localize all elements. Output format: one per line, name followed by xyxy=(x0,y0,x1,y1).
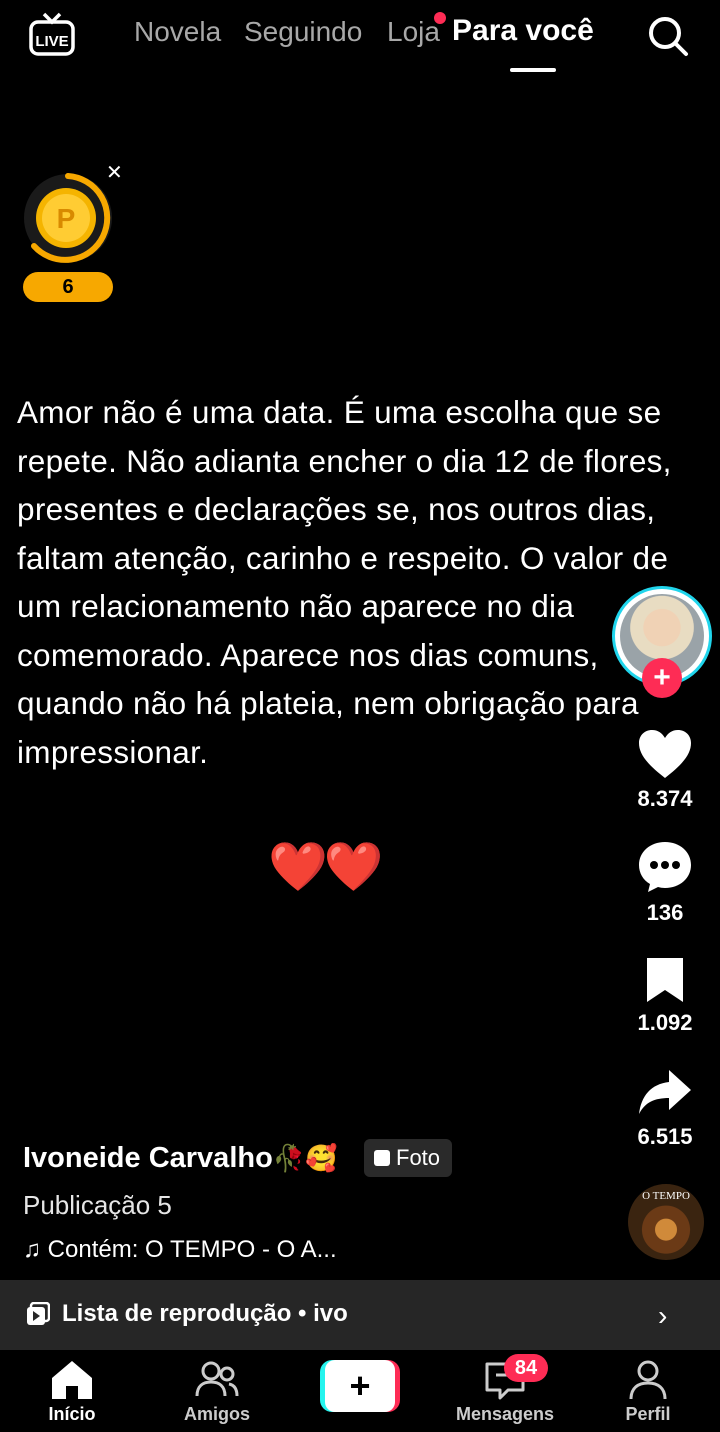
follow-button[interactable]: + xyxy=(642,658,682,698)
create-button[interactable]: + xyxy=(320,1360,400,1412)
tab-profile[interactable]: Perfil xyxy=(588,1358,708,1425)
photo-icon xyxy=(374,1150,390,1166)
sound-label: Contém: O TEMPO - O A... xyxy=(47,1236,337,1263)
heart-icon xyxy=(639,730,691,778)
playlist-icon xyxy=(27,1302,50,1325)
chevron-right-icon: › xyxy=(658,1300,668,1331)
bottom-tab-bar: Início Amigos + Mensagens Perfil xyxy=(0,1350,720,1432)
like-button[interactable]: 8.374 xyxy=(620,728,710,812)
sound-row[interactable]: ♫ Contém: O TEMPO - O A... xyxy=(23,1236,337,1264)
tab-home[interactable]: Início xyxy=(12,1358,132,1425)
music-note-icon: ♫ xyxy=(23,1236,41,1263)
share-button[interactable]: 6.515 xyxy=(620,1068,710,1150)
post-text: Amor não é uma data. É uma escolha que s… xyxy=(17,394,672,770)
profile-icon xyxy=(629,1360,667,1400)
tab-para-voce[interactable]: Para você xyxy=(452,14,594,48)
coin-count-badge: 6 xyxy=(23,272,113,302)
save-count: 1.092 xyxy=(637,1010,693,1035)
bookmark-icon xyxy=(647,958,683,1002)
author-name-text: Ivoneide Carvalho xyxy=(23,1142,273,1174)
post-label: Publicação 5 xyxy=(23,1190,172,1220)
friends-icon xyxy=(195,1361,239,1397)
tab-seguindo[interactable]: Seguindo xyxy=(244,16,362,48)
share-icon xyxy=(639,1070,691,1114)
plus-icon: + xyxy=(325,1360,395,1412)
coin-letter: P xyxy=(57,203,76,234)
live-label: LIVE xyxy=(35,33,68,50)
comment-count: 136 xyxy=(646,900,684,925)
like-count: 8.374 xyxy=(637,786,693,811)
photo-type-badge: Foto xyxy=(364,1139,453,1177)
messages-badge: 84 xyxy=(504,1354,548,1382)
author-name[interactable]: Ivoneide Carvalho🥀🥰 xyxy=(23,1142,338,1175)
music-disc[interactable]: O TEMPO xyxy=(628,1184,704,1260)
tab-novela[interactable]: Novela xyxy=(134,16,221,48)
share-count: 6.515 xyxy=(637,1124,693,1149)
notification-dot xyxy=(434,12,446,24)
tab-home-label: Início xyxy=(48,1404,96,1424)
save-button[interactable]: 1.092 xyxy=(620,956,710,1036)
tab-friends-label: Amigos xyxy=(183,1404,250,1424)
tab-friends[interactable]: Amigos xyxy=(157,1358,277,1425)
disc-label: O TEMPO xyxy=(642,1190,690,1202)
coin-reward-icon[interactable]: P xyxy=(20,170,116,266)
active-tab-indicator xyxy=(510,68,556,72)
home-icon xyxy=(52,1361,92,1399)
comment-button[interactable]: 136 xyxy=(620,840,710,926)
tab-loja[interactable]: Loja xyxy=(387,16,440,48)
playlist-label: Lista de reprodução • ivo xyxy=(62,1300,348,1327)
hearts-emoji: ❤️❤️ xyxy=(268,841,384,894)
search-icon[interactable] xyxy=(646,14,690,58)
comment-icon xyxy=(639,842,691,892)
close-icon[interactable]: ✕ xyxy=(106,160,123,185)
author-emoji: 🥀🥰 xyxy=(272,1143,338,1173)
photo-type-label: Foto xyxy=(396,1145,441,1170)
top-nav: LIVE Novela Seguindo Loja Para você xyxy=(0,0,720,80)
live-icon[interactable]: LIVE xyxy=(28,12,76,58)
tab-messages-label: Mensagens xyxy=(455,1404,555,1424)
tab-profile-label: Perfil xyxy=(625,1404,671,1424)
playlist-bar[interactable]: Lista de reprodução • ivo › xyxy=(0,1280,720,1350)
